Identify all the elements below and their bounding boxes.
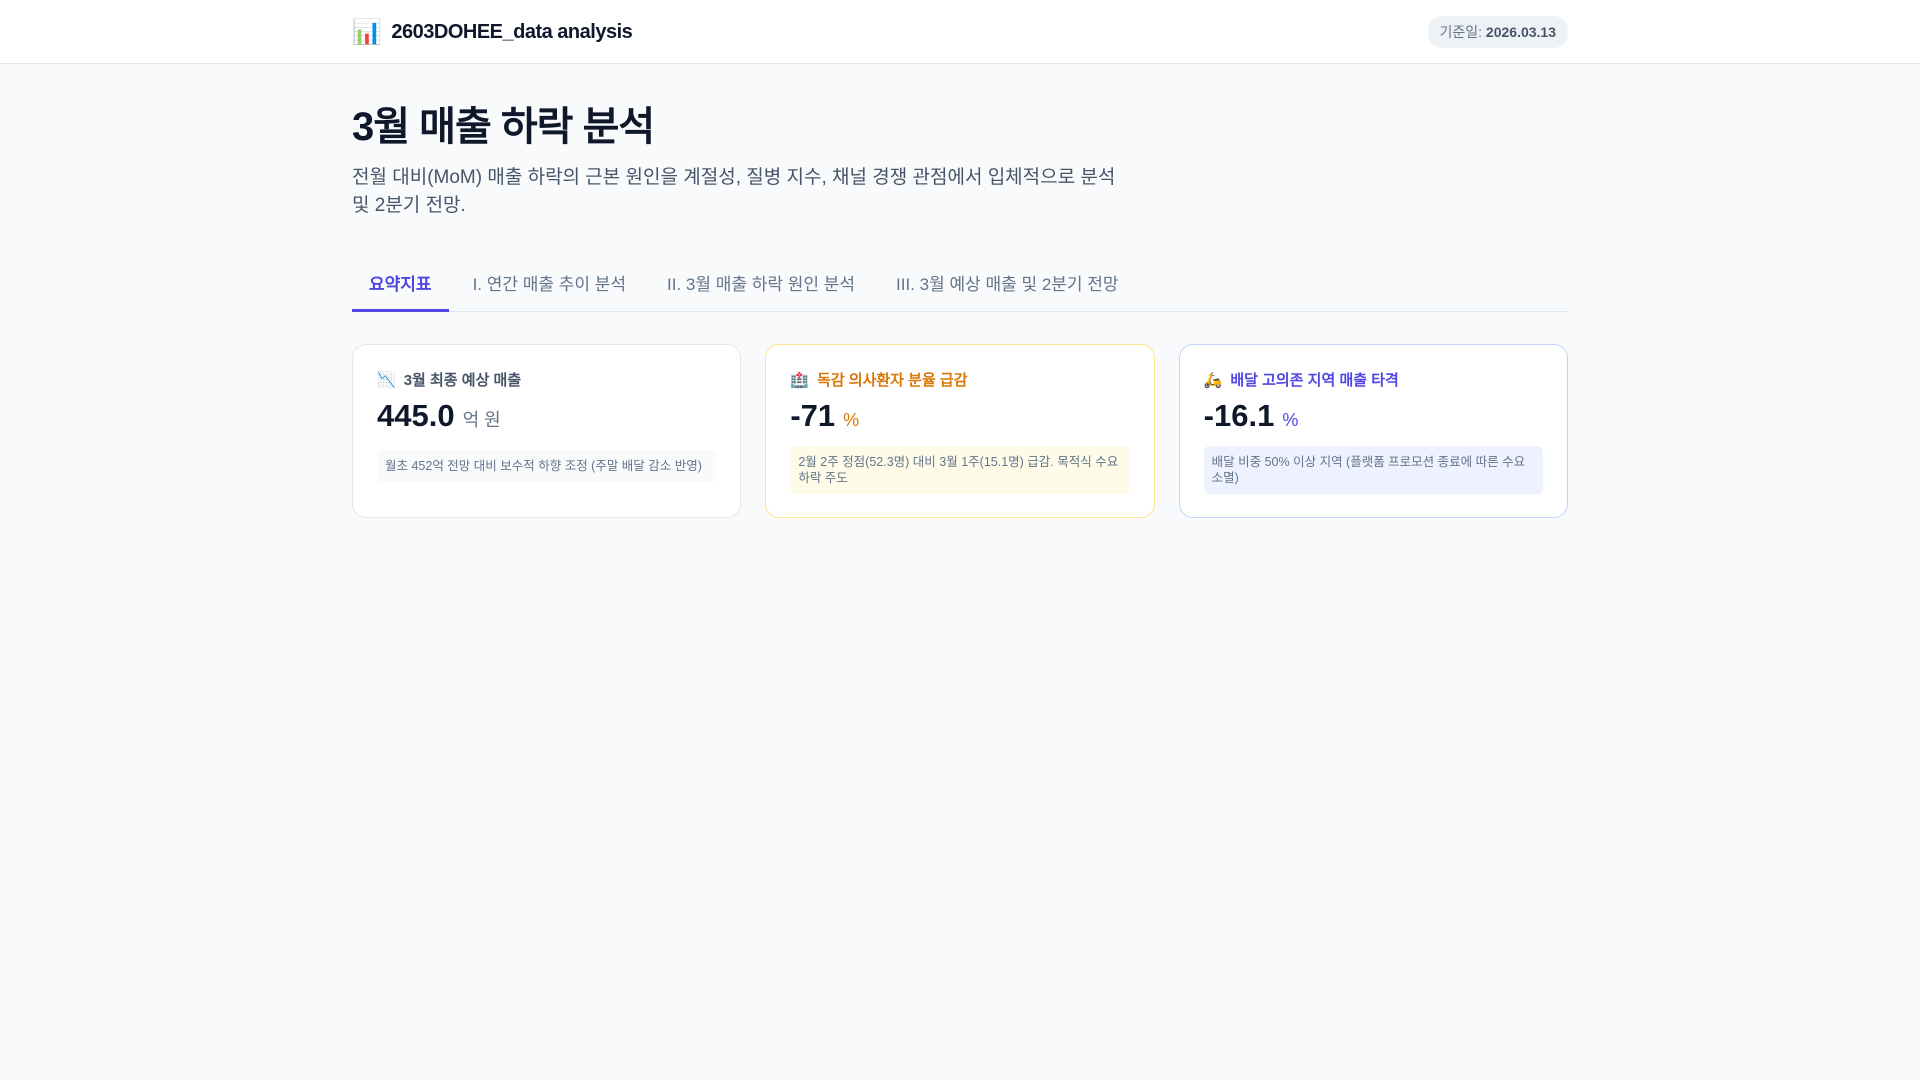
card-value: 445.0 [377,398,455,433]
tab-decline-causes[interactable]: II. 3월 매출 하락 원인 분석 [650,260,872,311]
page-subtitle: 전월 대비(MoM) 매출 하락의 근본 원인을 계절성, 질병 지수, 채널 … [352,167,1116,216]
kpi-card-flu-rate: 🏥 독감 의사환자 분율 급감 -71% 2월 2주 정점(52.3명) 대비 3… [765,344,1155,518]
card-unit: 억 원 [462,410,501,430]
kpi-cards: 📉 3월 최종 예상 매출 445.0 억 원 월초 452억 전망 대비 보수적 … [352,344,1568,518]
app-title: 2603DOHEE_data analysis [391,20,633,43]
card-note: 배달 비중 50% 이상 지역 (플랫폼 프로모션 종료에 따른 수요 소멸) [1203,446,1543,494]
kpi-card-delivery-region: 🛵 배달 고의존 지역 매출 타격 -16.1% 배달 비중 50% 이상 지역 … [1178,344,1568,518]
date-label: 기준일: [1439,24,1483,40]
kpi-card-forecast-sales: 📉 3월 최종 예상 매출 445.0 억 원 월초 452억 전망 대비 보수적 … [352,344,742,518]
tab-summary[interactable]: 요약지표 [352,260,449,312]
date-value: 2026.03.13 [1485,24,1556,40]
card-unit: % [1282,410,1299,430]
bar-chart-icon: 📊 [352,18,382,46]
brand: 📊 2603DOHEE_data analysis [352,18,633,47]
chart-decreasing-icon: 📉 [377,371,396,389]
card-title: 배달 고의존 지역 매출 타격 [1230,372,1399,389]
reference-date-badge: 기준일: 2026.03.13 [1427,16,1568,48]
scooter-icon: 🛵 [1203,371,1223,389]
card-unit: % [843,410,860,430]
hospital-icon: 🏥 [790,371,810,389]
page-title: 3월 매출 하락 분석 [352,105,655,149]
top-header: 📊 2603DOHEE_data analysis 기준일: 2026.03.1… [0,0,1920,64]
card-title: 3월 최종 예상 매출 [403,372,522,389]
tab-forecast[interactable]: III. 3월 예상 매출 및 2분기 전망 [879,260,1136,311]
tab-annual-trend[interactable]: I. 연간 매출 추이 분석 [456,260,643,311]
tab-bar: 요약지표 I. 연간 매출 추이 분석 II. 3월 매출 하락 원인 분석 I… [352,260,1568,312]
card-value: -71 [790,398,836,433]
card-note: 월초 452억 전망 대비 보수적 하향 조정 (주말 배달 감소 반영) [377,450,717,482]
card-note: 2월 2주 정점(52.3명) 대비 3월 1주(15.1명) 급감. 목적식 … [790,446,1130,494]
card-title: 독감 의사환자 분율 급감 [817,372,968,389]
card-value: -16.1 [1203,398,1275,433]
